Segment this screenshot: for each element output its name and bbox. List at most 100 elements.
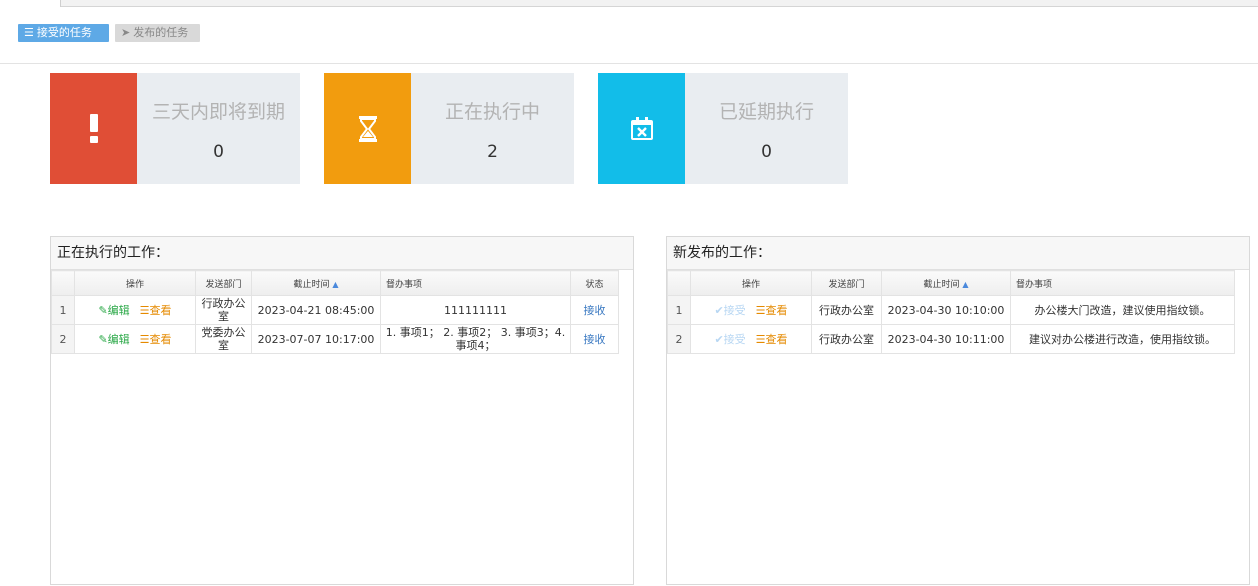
edit-icon: ✎ — [98, 304, 108, 317]
deadline-cell: 2023-04-21 08:45:00 — [251, 295, 381, 325]
exclamation-icon — [89, 113, 98, 143]
view-label: 查看 — [149, 304, 172, 317]
check-circle-icon: ✔ — [714, 304, 724, 317]
list-icon: ☰ — [139, 304, 150, 317]
stat-label: 三天内即将到期 — [151, 101, 285, 123]
edit-button[interactable]: ✎编辑 — [98, 304, 129, 317]
stat-icon-box — [324, 73, 411, 184]
stat-label: 正在执行中 — [444, 101, 540, 123]
accept-label: 接受 — [723, 333, 746, 346]
sort-asc-icon: ▲ — [962, 279, 969, 289]
accept-label: 接受 — [723, 304, 746, 317]
dept-cell: 党委办公室 — [195, 324, 252, 354]
sort-asc-icon: ▲ — [332, 279, 339, 289]
row-actions: ✔接受 ☰查看 — [690, 324, 812, 354]
table-header-row: 操作 发送部门 截止时间 ▲ 督办事项 — [667, 270, 1235, 296]
panel-title: 新发布的工作： — [667, 237, 1249, 270]
stat-count: 2 — [487, 142, 498, 162]
dept-cell: 行政办公室 — [195, 295, 252, 325]
column-header[interactable]: 发送部门 — [811, 270, 882, 296]
stat-icon-box — [598, 73, 685, 184]
column-header[interactable]: 状态 — [570, 270, 619, 296]
new-published-table: 操作 发送部门 截止时间 ▲ 督办事项 1 ✔接受 ☰查看 行政办公室 2023-… — [667, 270, 1235, 354]
accept-button[interactable]: ✔接受 — [714, 304, 745, 317]
column-header-label: 截止时间 — [293, 279, 330, 290]
stat-card-delayed[interactable]: 已延期执行 0 — [598, 73, 848, 184]
row-actions: ✎编辑 ☰查看 — [74, 295, 196, 325]
send-icon: ➤ — [121, 26, 131, 39]
accepted-tasks-label: 接受的任务 — [36, 26, 92, 39]
view-label: 查看 — [765, 304, 788, 317]
active-tab[interactable] — [0, 0, 61, 7]
table-row[interactable]: 2 ✎编辑 ☰查看 党委办公室 2023-07-07 10:17:00 1. 事项… — [51, 324, 619, 354]
view-button[interactable]: ☰查看 — [756, 304, 788, 317]
edit-label: 编辑 — [107, 304, 130, 317]
row-number: 1 — [51, 295, 75, 325]
stat-label: 已延期执行 — [718, 101, 814, 123]
task-list-icon: ☰ — [24, 26, 34, 39]
panel-title: 正在执行的工作： — [51, 237, 633, 270]
receive-link[interactable]: 接收 — [584, 333, 606, 346]
row-number: 2 — [51, 324, 75, 354]
row-actions: ✎编辑 ☰查看 — [74, 324, 196, 354]
column-header[interactable]: 督办事项 — [380, 270, 571, 296]
row-number: 2 — [667, 324, 691, 354]
stat-count: 0 — [213, 142, 224, 162]
new-published-panel: 新发布的工作： 操作 发送部门 截止时间 ▲ 督办事项 1 ✔接受 ☰查看 行政办… — [666, 236, 1250, 585]
view-button[interactable]: ☰查看 — [140, 333, 172, 346]
view-label: 查看 — [765, 333, 788, 346]
deadline-cell: 2023-04-30 10:10:00 — [881, 295, 1011, 325]
row-number-header — [51, 270, 75, 296]
deadline-cell: 2023-07-07 10:17:00 — [251, 324, 381, 354]
column-header[interactable]: 发送部门 — [195, 270, 252, 296]
tab-bar-background — [61, 0, 1258, 7]
calendar-x-icon — [630, 116, 653, 140]
dept-cell: 行政办公室 — [811, 324, 882, 354]
accepted-tasks-button[interactable]: ☰ 接受的任务 — [18, 24, 109, 42]
column-header-sorted[interactable]: 截止时间 ▲ — [881, 270, 1011, 296]
list-icon: ☰ — [139, 333, 150, 346]
accept-button[interactable]: ✔接受 — [714, 333, 745, 346]
table-row[interactable]: 2 ✔接受 ☰查看 行政办公室 2023-04-30 10:11:00 建议对办公… — [667, 324, 1235, 354]
view-button[interactable]: ☰查看 — [756, 333, 788, 346]
stat-count: 0 — [761, 142, 772, 162]
published-tasks-label: 发布的任务 — [133, 26, 189, 39]
list-icon: ☰ — [755, 304, 766, 317]
view-label: 查看 — [149, 333, 172, 346]
status-cell: 接收 — [570, 295, 619, 325]
row-number-header — [667, 270, 691, 296]
published-tasks-button[interactable]: ➤ 发布的任务 — [115, 24, 200, 42]
edit-label: 编辑 — [107, 333, 130, 346]
status-cell: 接收 — [570, 324, 619, 354]
column-header[interactable]: 操作 — [74, 270, 196, 296]
table-row[interactable]: 1 ✔接受 ☰查看 行政办公室 2023-04-30 10:10:00 办公楼大门… — [667, 295, 1235, 325]
column-header-label: 截止时间 — [923, 279, 960, 290]
receive-link[interactable]: 接收 — [584, 304, 606, 317]
row-number: 1 — [667, 295, 691, 325]
item-cell: 建议对办公楼进行改造，使用指纹锁。 — [1010, 324, 1235, 354]
hourglass-icon — [358, 115, 377, 142]
in-progress-table: 操作 发送部门 截止时间 ▲ 督办事项 状态 1 ✎编辑 ☰查看 行政办公室 20… — [51, 270, 619, 354]
edit-icon: ✎ — [98, 333, 108, 346]
item-cell: 111111111 — [380, 295, 571, 325]
stat-card-due-soon[interactable]: 三天内即将到期 0 — [50, 73, 300, 184]
item-cell: 1. 事项1； 2. 事项2； 3. 事项3；4. 事项4； — [380, 324, 571, 354]
tab-strip — [0, 0, 1258, 7]
row-actions: ✔接受 ☰查看 — [690, 295, 812, 325]
view-button[interactable]: ☰查看 — [140, 304, 172, 317]
dept-cell: 行政办公室 — [811, 295, 882, 325]
stat-icon-box — [50, 73, 137, 184]
column-header-sorted[interactable]: 截止时间 ▲ — [251, 270, 381, 296]
item-cell: 办公楼大门改造，建议使用指纹锁。 — [1010, 295, 1235, 325]
table-header-row: 操作 发送部门 截止时间 ▲ 督办事项 状态 — [51, 270, 619, 296]
table-row[interactable]: 1 ✎编辑 ☰查看 行政办公室 2023-04-21 08:45:00 11111… — [51, 295, 619, 325]
column-header[interactable]: 操作 — [690, 270, 812, 296]
stat-card-in-progress[interactable]: 正在执行中 2 — [324, 73, 574, 184]
in-progress-panel: 正在执行的工作： 操作 发送部门 截止时间 ▲ 督办事项 状态 1 ✎编辑 ☰查看… — [50, 236, 634, 585]
column-header[interactable]: 督办事项 — [1010, 270, 1235, 296]
deadline-cell: 2023-04-30 10:11:00 — [881, 324, 1011, 354]
edit-button[interactable]: ✎编辑 — [98, 333, 129, 346]
header-divider — [0, 63, 1258, 64]
list-icon: ☰ — [755, 333, 766, 346]
check-circle-icon: ✔ — [714, 333, 724, 346]
